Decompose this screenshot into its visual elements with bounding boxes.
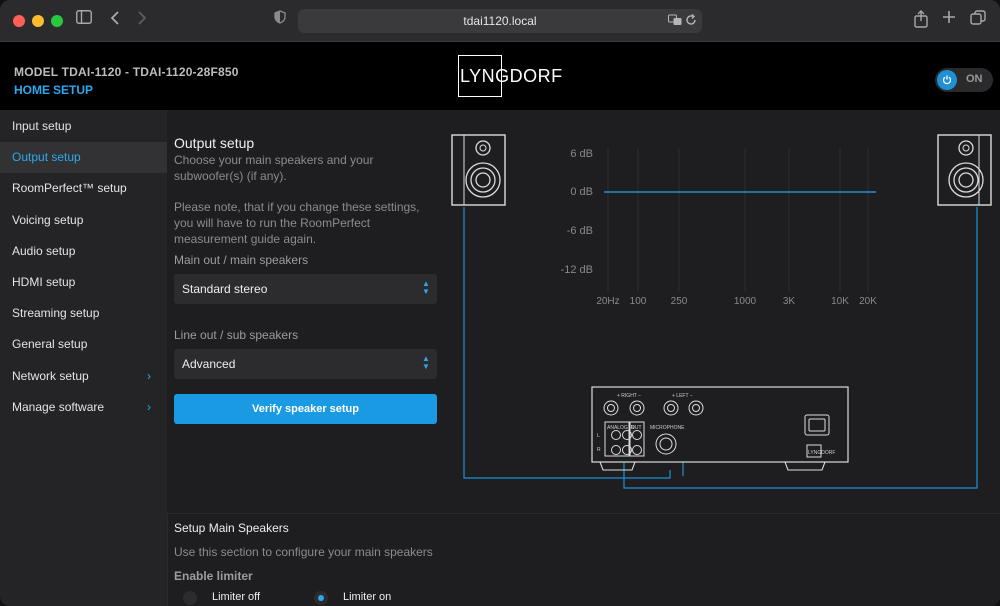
out-label: OUT xyxy=(631,425,642,431)
response-graph: 6 dB 0 dB -6 dB -12 dB 20Hz 100 250 1000 3K 10K 2… xyxy=(561,148,877,307)
db-axis-label: -12 dB xyxy=(561,264,593,276)
sidebar-item-hdmi-setup[interactable]: HDMI setup xyxy=(0,267,167,298)
nav-setup-link[interactable]: SETUP xyxy=(53,83,93,97)
back-arrow-icon[interactable] xyxy=(110,10,120,32)
line-out-label: Line out / sub speakers xyxy=(174,328,299,342)
power-toggle[interactable]: ON xyxy=(935,68,993,92)
sidebar-item-input-setup[interactable]: Input setup xyxy=(0,111,167,142)
sidebar-item-output-setup[interactable]: Output setup xyxy=(0,142,167,174)
freq-axis-label: 3K xyxy=(783,296,796,307)
freq-axis-label: 10K xyxy=(831,296,849,307)
speaker-setup-diagram: 6 dB 0 dB -6 dB -12 dB 20Hz 100 250 1000 3K 10K 2… xyxy=(451,134,992,489)
page-title: Output setup xyxy=(174,135,255,151)
sidebar-item-label: HDMI setup xyxy=(12,275,76,289)
sidebar-item-label: RoomPerfect™ setup xyxy=(12,181,127,196)
sidebar-item-label: Streaming setup xyxy=(12,306,100,321)
sidebar-item-general-setup[interactable]: General setup xyxy=(0,329,167,360)
limiter-off-radio[interactable] xyxy=(183,591,197,605)
sidebar-item-label: Input setup xyxy=(12,119,72,133)
left-terminal-label: + LEFT − xyxy=(672,393,693,399)
sidebar-item-label: General setup xyxy=(12,337,88,352)
freq-axis-label: 20K xyxy=(859,296,877,307)
limiter-on-radio[interactable] xyxy=(314,591,328,605)
zoom-window-button[interactable] xyxy=(51,15,63,27)
sidebar-item-audio-setup[interactable]: Audio setup xyxy=(0,236,167,267)
main-out-select[interactable]: Standard stereo ▲ ▼ xyxy=(174,274,437,304)
translate-icon[interactable] xyxy=(668,13,682,34)
main-out-value: Standard stereo xyxy=(182,282,268,296)
output-intro-text: Choose your main speakers and your subwo… xyxy=(174,153,374,183)
setup-main-speakers-desc: Use this section to configure your main … xyxy=(174,545,433,559)
limiter-on-label: Limiter on xyxy=(343,591,392,603)
sidebar-item-label: Audio setup xyxy=(12,243,76,258)
enable-limiter-label: Enable limiter xyxy=(174,569,253,583)
share-icon[interactable] xyxy=(914,10,928,34)
sidebar-item-streaming-setup[interactable]: Streaming setup xyxy=(0,298,167,329)
sidebar-item-manage-software[interactable]: Manage software › xyxy=(0,392,167,423)
freq-axis-label: 20Hz xyxy=(596,296,619,307)
power-icon xyxy=(937,70,957,90)
address-bar[interactable]: tdai1120.local xyxy=(298,9,702,33)
select-updown-icon: ▲ ▼ xyxy=(422,279,430,296)
chevron-right-icon: › xyxy=(147,368,151,383)
section-divider xyxy=(167,513,1000,514)
sidebar-item-label: Network setup xyxy=(12,368,89,383)
privacy-shield-icon[interactable] xyxy=(274,10,286,30)
lyngdorf-logo: LYNGDORF xyxy=(458,55,562,97)
freq-axis-label: 100 xyxy=(630,296,647,307)
new-tab-icon[interactable] xyxy=(942,10,956,30)
line-out-select[interactable]: Advanced ▲ ▼ xyxy=(174,349,437,379)
freq-axis-label: 1000 xyxy=(734,296,757,307)
setup-main-speakers-title: Setup Main Speakers xyxy=(174,521,289,535)
microphone-label: MICROPHONE xyxy=(650,425,685,431)
limiter-off-label: Limiter off xyxy=(212,591,261,603)
db-axis-label: -6 dB xyxy=(567,225,593,237)
power-state-label: ON xyxy=(966,73,983,85)
reload-icon[interactable] xyxy=(685,13,697,33)
sidebar-item-label: Output setup xyxy=(12,150,81,165)
chevron-right-icon: › xyxy=(147,399,151,414)
close-window-button[interactable] xyxy=(13,15,25,27)
r-label: R xyxy=(597,447,601,453)
browser-toolbar: tdai1120.local xyxy=(0,0,1000,42)
sidebar-item-roomperfect-setup[interactable]: RoomPerfect™ setup xyxy=(0,173,167,204)
logo-text: LYNGDORF xyxy=(460,66,563,86)
verify-speaker-setup-button[interactable]: Verify speaker setup xyxy=(174,394,437,424)
browser-window: tdai1120.local MODEL TDAI-1120 - TDAI-11… xyxy=(0,0,1000,606)
minimize-window-button[interactable] xyxy=(32,15,44,27)
setup-sidebar: Input setup Output setup RoomPerfect™ setu… xyxy=(0,110,167,606)
main-out-label: Main out / main speakers xyxy=(174,253,309,267)
sidebar-item-voicing-setup[interactable]: Voicing setup xyxy=(0,205,167,236)
db-axis-label: 6 dB xyxy=(570,148,593,160)
app-header: MODEL TDAI-1120 - TDAI-1120-28F850 HOME … xyxy=(0,42,1000,110)
sidebar-toggle-icon[interactable] xyxy=(76,10,92,30)
sidebar-item-network-setup[interactable]: Network setup › xyxy=(0,361,167,392)
model-name: MODEL TDAI-1120 - TDAI-1120-28F850 xyxy=(14,65,239,79)
sidebar-item-label: Voicing setup xyxy=(12,212,84,227)
l-label: L xyxy=(597,433,600,439)
right-terminal-label: + RIGHT − xyxy=(617,393,641,399)
amp-brand-label: LYNGDORF xyxy=(808,450,835,456)
tab-overview-icon[interactable] xyxy=(970,10,986,32)
right-speaker-icon xyxy=(937,134,992,206)
select-updown-icon: ▲ ▼ xyxy=(422,354,430,371)
freq-axis-label: 250 xyxy=(671,296,688,307)
left-speaker-icon xyxy=(451,134,506,206)
sidebar-item-label: Manage software xyxy=(12,399,105,414)
url-text: tdai1120.local xyxy=(463,14,537,28)
db-axis-label: 0 dB xyxy=(570,186,593,198)
section-left-rule xyxy=(167,513,168,606)
output-note-text: Please note, that if you change these se… xyxy=(174,200,420,246)
line-out-value: Advanced xyxy=(182,357,236,371)
nav-home-link[interactable]: HOME xyxy=(14,83,50,97)
amplifier-back-panel: + RIGHT − + LEFT − ANALOG IN OUT MICROPH… xyxy=(591,386,849,471)
forward-arrow-icon[interactable] xyxy=(137,10,147,32)
